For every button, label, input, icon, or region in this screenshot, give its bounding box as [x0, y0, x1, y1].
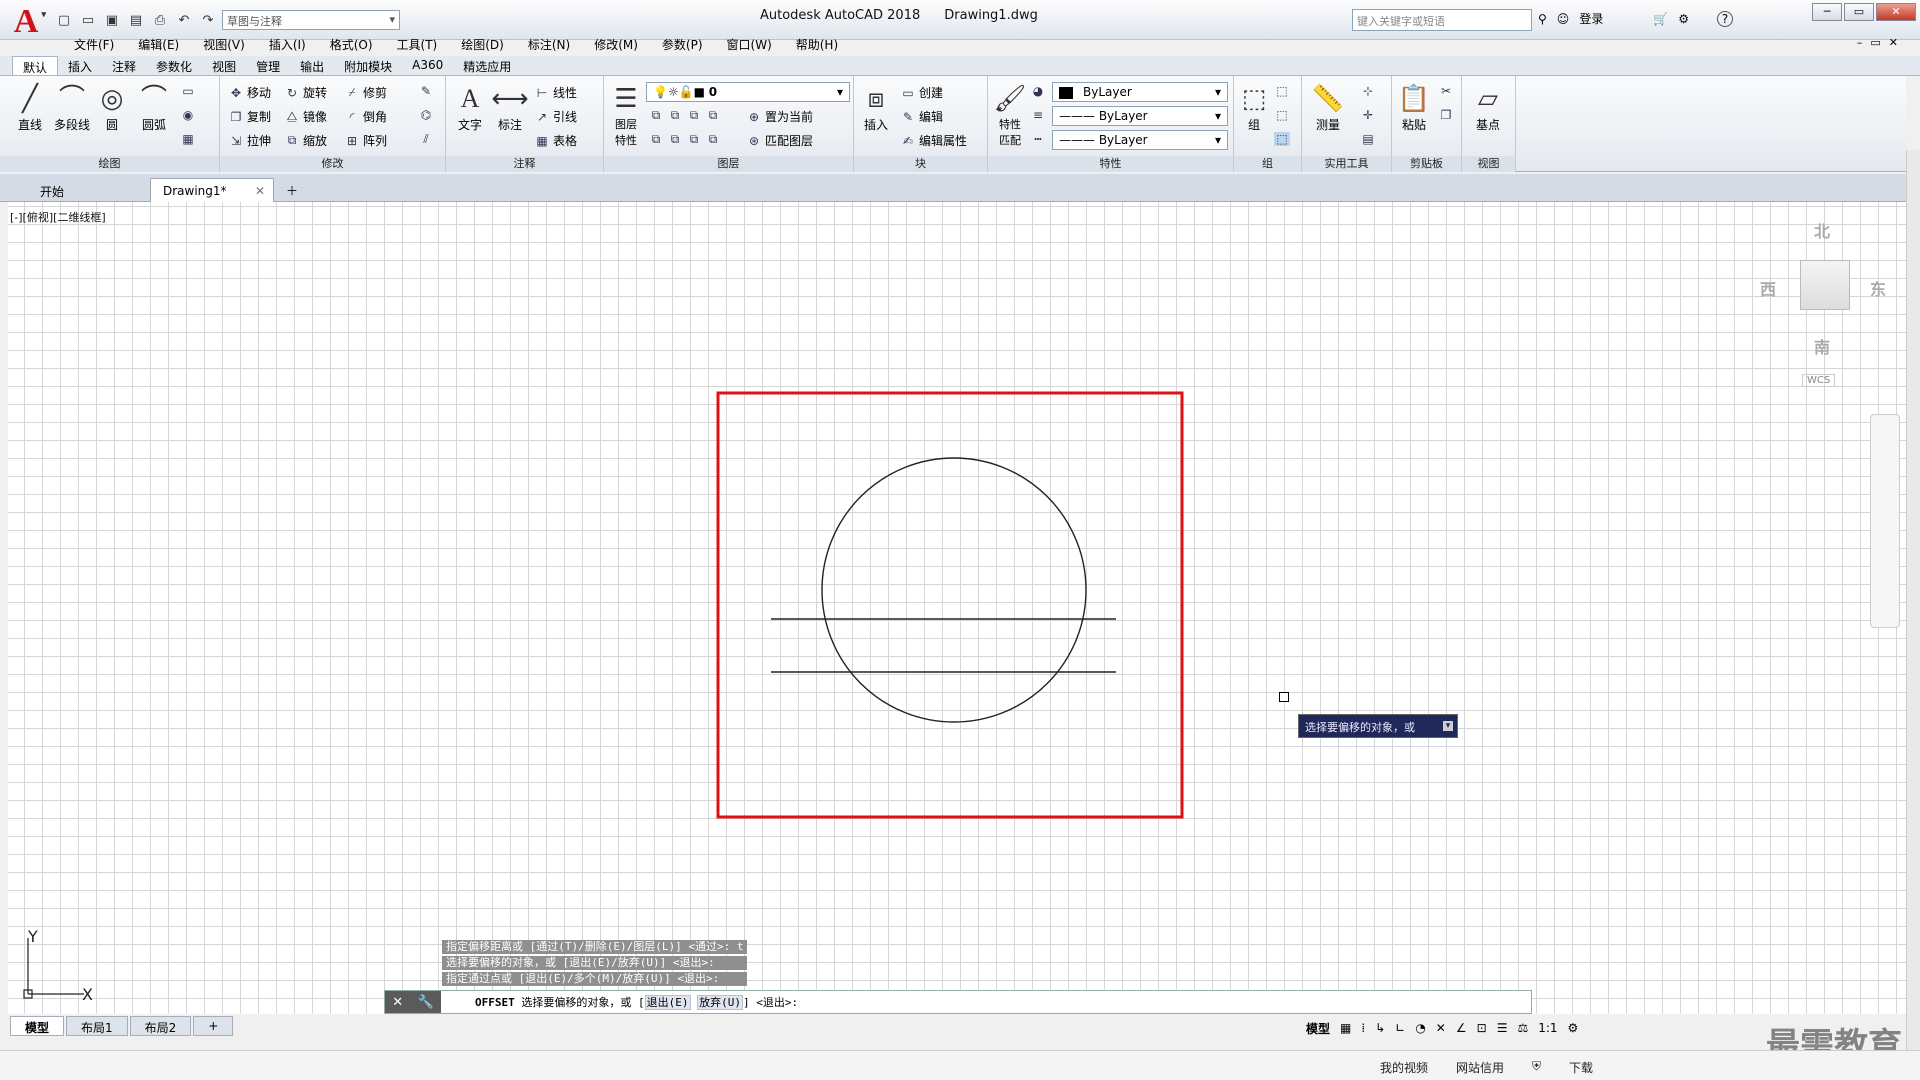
compass-south[interactable]: 南: [1814, 334, 1830, 358]
ucs-y-label: Y: [27, 927, 38, 946]
navigation-bar[interactable]: [1870, 414, 1900, 628]
command-history-line: 指定通过点或 [退出(E)/多个(M)/放弃(U)] <退出>:: [442, 972, 748, 986]
dynamic-input-tooltip: 选择要偏移的对象，或 ▾: [1298, 714, 1458, 738]
polar-icon[interactable]: ◔: [1415, 1021, 1425, 1035]
lineweight-toggle-icon[interactable]: ☰: [1497, 1021, 1508, 1035]
otrack-icon[interactable]: ∠: [1456, 1021, 1467, 1035]
ortho-icon[interactable]: ∟: [1395, 1021, 1405, 1035]
drawing-geometry: X Y: [23, 391, 1184, 1004]
workspace-gear-icon[interactable]: ⚙: [1568, 1021, 1579, 1035]
bottom-status-strip: 我的视频 网站信用 ⛨ 下载: [0, 1050, 1920, 1080]
option-exit[interactable]: 退出(E): [644, 995, 691, 1010]
command-line-buttons: ✕ 🔧: [385, 991, 441, 1013]
close-command-icon[interactable]: ✕: [392, 995, 403, 1010]
shield-icon[interactable]: ⛨: [1532, 1059, 1541, 1076]
osnap-icon[interactable]: ✕: [1436, 1021, 1446, 1035]
command-history: 指定偏移距离或 [通过(T)/删除(E)/图层(L)] <通过>: t 选择要偏移…: [442, 940, 748, 988]
selection-rectangle: [716, 391, 1184, 819]
annotation-visibility-icon[interactable]: ⚖: [1517, 1021, 1528, 1035]
bottom-links: 我的视频 网站信用 ⛨ 下载: [1380, 1059, 1593, 1076]
viewcube-face-top[interactable]: [1800, 260, 1850, 310]
my-videos-link[interactable]: 我的视频: [1380, 1059, 1428, 1076]
wcs-menu[interactable]: WCS: [1802, 374, 1836, 387]
ucs-x-label: X: [82, 985, 93, 1004]
compass-north[interactable]: 北: [1814, 218, 1830, 242]
command-prompt-end: ] <退出>:: [743, 996, 799, 1009]
layout-tab-2[interactable]: 布局2: [129, 1016, 192, 1036]
site-credit-link[interactable]: 网站信用: [1456, 1059, 1504, 1076]
annoscale-button[interactable]: 1:1: [1538, 1021, 1557, 1035]
status-bar: 模型 ▦ ⁞ ↳ ∟ ◔ ✕ ∠ ⊡ ☰ ⚖ 1:1 ⚙: [1306, 1016, 1578, 1040]
command-history-line: 指定偏移距离或 [通过(T)/删除(E)/图层(L)] <通过>: t: [442, 940, 748, 954]
viewcube[interactable]: 北 西 东 南 WCS: [1740, 210, 1900, 390]
layout-tab-1[interactable]: 布局1: [66, 1016, 128, 1036]
tooltip-text: 选择要偏移的对象，或: [1305, 721, 1415, 734]
customize-wrench-icon[interactable]: 🔧: [418, 995, 434, 1010]
snap-icon[interactable]: ⁞: [1361, 1021, 1365, 1035]
ucs-toggle-icon[interactable]: ⊡: [1477, 1021, 1487, 1035]
layout-tab-0[interactable]: 模型: [10, 1016, 65, 1036]
add-layout-button[interactable]: +: [193, 1016, 234, 1036]
right-scrollbar[interactable]: [1906, 150, 1920, 1050]
command-name: OFFSET: [475, 996, 515, 1009]
option-undo[interactable]: 放弃(U): [697, 995, 743, 1010]
tooltip-expand-icon[interactable]: ▾: [1443, 721, 1453, 731]
command-history-line: 选择要偏移的对象，或 [退出(E)/放弃(U)] <退出>:: [442, 956, 748, 970]
download-link[interactable]: 下载: [1569, 1059, 1593, 1076]
layout-tabs: 模型 布局1 布局2 +: [10, 1016, 234, 1036]
ucs-icon: [23, 938, 84, 999]
grid-icon[interactable]: ▦: [1340, 1021, 1351, 1035]
pick-box-cursor: [1279, 692, 1289, 702]
drawn-circle[interactable]: [821, 457, 1087, 723]
compass-east[interactable]: 东: [1870, 276, 1886, 300]
command-line[interactable]: ✕ 🔧 OFFSET 选择要偏移的对象，或 [退出(E) 放弃(U)] <退出>:: [384, 990, 1532, 1014]
model-space-button[interactable]: 模型: [1306, 1020, 1330, 1037]
command-prompt-text: 选择要偏移的对象，或 [: [521, 996, 645, 1009]
compass-west[interactable]: 西: [1760, 276, 1776, 300]
command-prompt: OFFSET 选择要偏移的对象，或 [退出(E) 放弃(U)] <退出>:: [441, 994, 798, 1010]
infer-icon[interactable]: ↳: [1375, 1021, 1385, 1035]
